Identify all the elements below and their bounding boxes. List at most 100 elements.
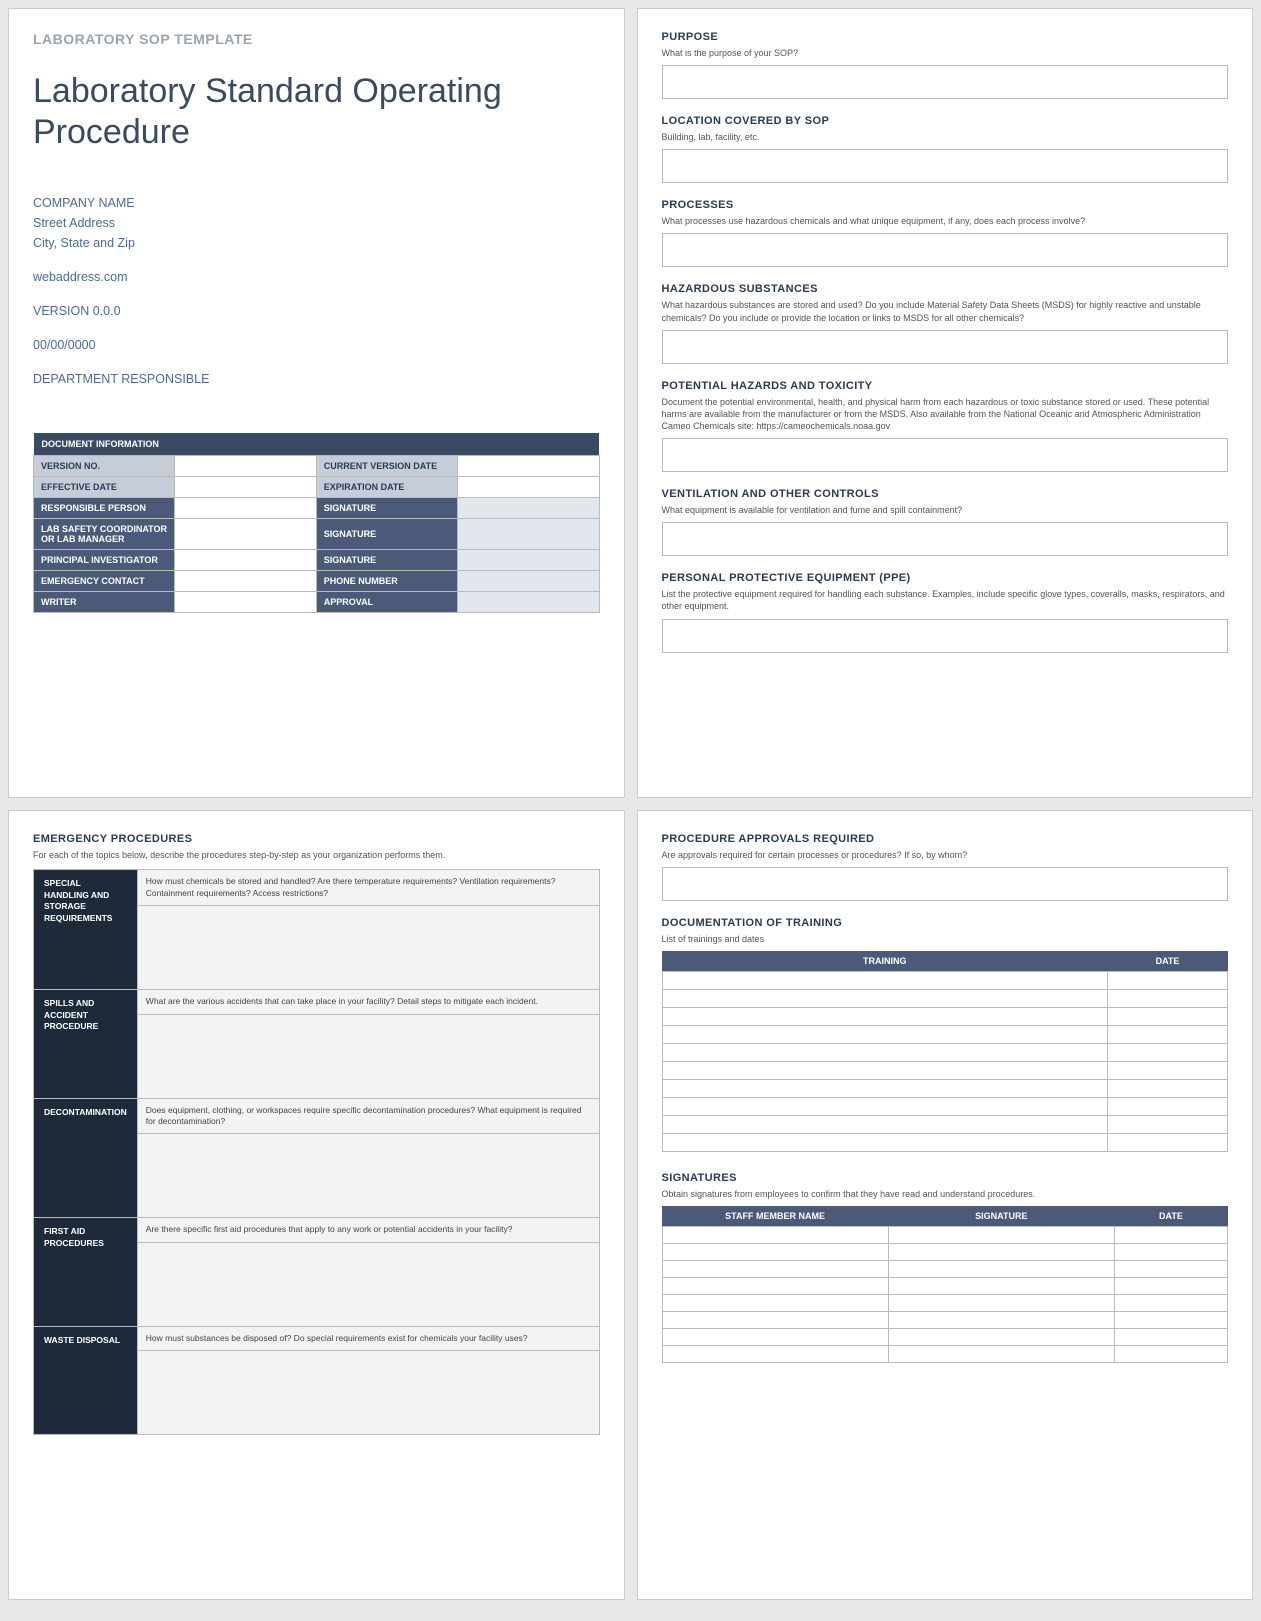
docinfo-value[interactable] bbox=[175, 476, 316, 497]
date: 00/00/0000 bbox=[33, 335, 600, 355]
training-date-cell[interactable] bbox=[1108, 1098, 1228, 1116]
sig-name-cell[interactable] bbox=[662, 1227, 888, 1244]
docinfo-value[interactable] bbox=[458, 476, 599, 497]
emergency-row-prompt: How must chemicals be stored and handled… bbox=[137, 870, 599, 906]
section-input[interactable] bbox=[662, 438, 1229, 472]
sig-signature-cell[interactable] bbox=[888, 1244, 1114, 1261]
training-date-cell[interactable] bbox=[1108, 1008, 1228, 1026]
docinfo-value[interactable] bbox=[175, 570, 316, 591]
docinfo-value[interactable] bbox=[175, 518, 316, 549]
training-cell[interactable] bbox=[662, 1062, 1108, 1080]
training-cell[interactable] bbox=[662, 1044, 1108, 1062]
docinfo-value[interactable] bbox=[458, 497, 599, 518]
training-date-cell[interactable] bbox=[1108, 990, 1228, 1008]
sig-name-cell[interactable] bbox=[662, 1346, 888, 1363]
web-address: webaddress.com bbox=[33, 267, 600, 287]
docinfo-label: SIGNATURE bbox=[316, 518, 457, 549]
sig-name-cell[interactable] bbox=[662, 1261, 888, 1278]
emergency-row-input[interactable] bbox=[137, 1134, 599, 1218]
emergency-row-heading: SPECIAL HANDLING AND STORAGE REQUIREMENT… bbox=[34, 870, 138, 990]
training-cell[interactable] bbox=[662, 1134, 1108, 1152]
sig-signature-cell[interactable] bbox=[888, 1261, 1114, 1278]
training-cell[interactable] bbox=[662, 1080, 1108, 1098]
sig-signature-cell[interactable] bbox=[888, 1278, 1114, 1295]
emergency-row-input[interactable] bbox=[137, 1242, 599, 1326]
section-desc: What is the purpose of your SOP? bbox=[662, 47, 1229, 59]
section-input[interactable] bbox=[662, 522, 1229, 556]
training-date-cell[interactable] bbox=[1108, 1080, 1228, 1098]
sig-date-cell[interactable] bbox=[1114, 1346, 1227, 1363]
training-date-cell[interactable] bbox=[1108, 972, 1228, 990]
training-date-cell[interactable] bbox=[1108, 1116, 1228, 1134]
sig-date-cell[interactable] bbox=[1114, 1329, 1227, 1346]
template-label: LABORATORY SOP TEMPLATE bbox=[33, 31, 600, 47]
sig-name-cell[interactable] bbox=[662, 1278, 888, 1295]
sig-date-cell[interactable] bbox=[1114, 1244, 1227, 1261]
sig-signature-cell[interactable] bbox=[888, 1346, 1114, 1363]
docinfo-value[interactable] bbox=[175, 591, 316, 612]
training-date-cell[interactable] bbox=[1108, 1044, 1228, 1062]
docinfo-value[interactable] bbox=[458, 591, 599, 612]
docinfo-value[interactable] bbox=[175, 455, 316, 476]
sig-signature-cell[interactable] bbox=[888, 1329, 1114, 1346]
emergency-row-prompt: How must substances be disposed of? Do s… bbox=[137, 1326, 599, 1350]
docinfo-label: EMERGENCY CONTACT bbox=[34, 570, 175, 591]
section-heading: PROCESSES bbox=[662, 199, 1229, 211]
sig-signature-cell[interactable] bbox=[888, 1312, 1114, 1329]
training-date-cell[interactable] bbox=[1108, 1026, 1228, 1044]
emergency-row-input[interactable] bbox=[137, 906, 599, 990]
training-table: TRAININGDATE bbox=[662, 951, 1229, 1152]
emergency-row-input[interactable] bbox=[137, 1014, 599, 1098]
sig-date-cell[interactable] bbox=[1114, 1312, 1227, 1329]
sig-date-cell[interactable] bbox=[1114, 1261, 1227, 1278]
training-cell[interactable] bbox=[662, 1008, 1108, 1026]
department: DEPARTMENT RESPONSIBLE bbox=[33, 369, 600, 389]
document-title: Laboratory Standard Operating Procedure bbox=[33, 71, 600, 153]
approvals-input[interactable] bbox=[662, 867, 1229, 901]
training-date-cell[interactable] bbox=[1108, 1134, 1228, 1152]
sig-date-cell[interactable] bbox=[1114, 1227, 1227, 1244]
training-date-cell[interactable] bbox=[1108, 1062, 1228, 1080]
section-desc: Document the potential environmental, he… bbox=[662, 396, 1229, 432]
docinfo-label: LAB SAFETY COORDINATOR OR LAB MANAGER bbox=[34, 518, 175, 549]
docinfo-value[interactable] bbox=[458, 570, 599, 591]
sig-name-cell[interactable] bbox=[662, 1295, 888, 1312]
training-cell[interactable] bbox=[662, 1098, 1108, 1116]
docinfo-label: APPROVAL bbox=[316, 591, 457, 612]
training-cell[interactable] bbox=[662, 1116, 1108, 1134]
section-input[interactable] bbox=[662, 619, 1229, 653]
training-cell[interactable] bbox=[662, 972, 1108, 990]
sig-col-signature: SIGNATURE bbox=[888, 1206, 1114, 1227]
emergency-row-input[interactable] bbox=[137, 1351, 599, 1435]
sig-name-cell[interactable] bbox=[662, 1244, 888, 1261]
emergency-row-prompt: Are there specific first aid procedures … bbox=[137, 1218, 599, 1242]
sig-date-cell[interactable] bbox=[1114, 1278, 1227, 1295]
docinfo-label: PHONE NUMBER bbox=[316, 570, 457, 591]
training-cell[interactable] bbox=[662, 990, 1108, 1008]
section-input[interactable] bbox=[662, 330, 1229, 364]
sig-signature-cell[interactable] bbox=[888, 1227, 1114, 1244]
training-cell[interactable] bbox=[662, 1026, 1108, 1044]
section-input[interactable] bbox=[662, 149, 1229, 183]
section-desc: What hazardous substances are stored and… bbox=[662, 299, 1229, 323]
emergency-row-heading: FIRST AID PROCEDURES bbox=[34, 1218, 138, 1326]
docinfo-label: VERSION NO. bbox=[34, 455, 175, 476]
docinfo-value[interactable] bbox=[175, 497, 316, 518]
city-state-zip: City, State and Zip bbox=[33, 233, 600, 253]
docinfo-value[interactable] bbox=[458, 549, 599, 570]
docinfo-value[interactable] bbox=[458, 518, 599, 549]
docinfo-value[interactable] bbox=[175, 549, 316, 570]
docinfo-value[interactable] bbox=[458, 455, 599, 476]
emergency-row-prompt: What are the various accidents that can … bbox=[137, 990, 599, 1014]
sig-date-cell[interactable] bbox=[1114, 1295, 1227, 1312]
approvals-desc: Are approvals required for certain proce… bbox=[662, 849, 1229, 861]
section-input[interactable] bbox=[662, 233, 1229, 267]
emergency-row-heading: DECONTAMINATION bbox=[34, 1098, 138, 1218]
section-input[interactable] bbox=[662, 65, 1229, 99]
page-4: PROCEDURE APPROVALS REQUIRED Are approva… bbox=[637, 810, 1254, 1600]
sig-name-cell[interactable] bbox=[662, 1329, 888, 1346]
docinfo-label: EXPIRATION DATE bbox=[316, 476, 457, 497]
sig-signature-cell[interactable] bbox=[888, 1295, 1114, 1312]
sig-name-cell[interactable] bbox=[662, 1312, 888, 1329]
docinfo-label: EFFECTIVE DATE bbox=[34, 476, 175, 497]
